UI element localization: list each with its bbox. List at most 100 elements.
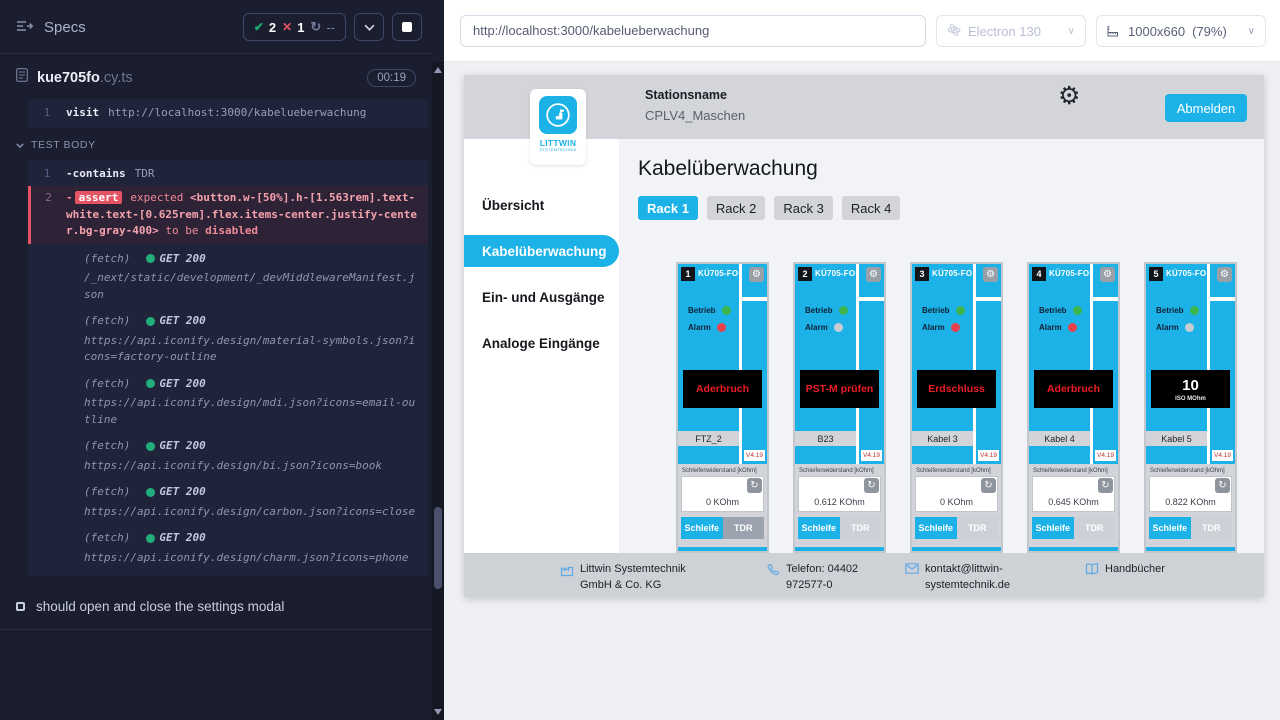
spec-name: kue705fo <box>37 70 100 86</box>
sidebar-item-ein-und-ausgaenge[interactable]: Ein- und Ausgänge <box>464 281 619 313</box>
sidebar-item-uebersicht[interactable]: Übersicht <box>464 189 619 221</box>
main-content: Kabelüberwachung Rack 1 Rack 2 Rack 3 Ra… <box>619 139 1264 553</box>
fetch-log-row[interactable]: (fetch)GET 200 https://api.iconify.desig… <box>28 477 428 523</box>
device-gear-icon[interactable]: ⚙ <box>866 267 881 282</box>
alarm-led <box>717 323 726 332</box>
spec-file-row[interactable]: kue705fo.cy.ts 00:19 <box>0 54 432 99</box>
fetch-tag: (fetch) <box>84 484 130 501</box>
sidebar-item-kabelueberwachung[interactable]: Kabelüberwachung <box>464 235 619 267</box>
sidebar-item-analoge-eingaenge[interactable]: Analoge Eingänge <box>464 327 619 359</box>
alarm-label: Alarm <box>922 323 945 332</box>
reporter-scrollbar[interactable] <box>432 62 444 720</box>
refresh-icon[interactable]: ↻ <box>864 478 879 493</box>
fetch-tag: (fetch) <box>84 251 130 268</box>
status-display-text: PST-M prüfen <box>806 383 874 395</box>
schleife-button[interactable]: Schleife <box>1149 517 1191 539</box>
visit-command-row[interactable]: 1 visithttp://localhost:3000/kabelueberw… <box>28 101 428 126</box>
tdr-button[interactable]: TDR <box>1191 517 1233 539</box>
refresh-icon[interactable]: ↻ <box>747 478 762 493</box>
betrieb-label: Betrieb <box>922 306 950 315</box>
tdr-button[interactable]: TDR <box>723 517 765 539</box>
schleife-button[interactable]: Schleife <box>915 517 957 539</box>
alarm-label: Alarm <box>688 323 711 332</box>
success-dot-icon <box>146 534 155 543</box>
line-number: 1 <box>28 105 66 122</box>
logout-button[interactable]: Abmelden <box>1165 94 1247 122</box>
footer-email[interactable]: kontakt@littwin-systemtechnik.de <box>925 562 1025 594</box>
betrieb-led <box>1073 306 1082 315</box>
tab-rack-1[interactable]: Rack 1 <box>638 196 698 220</box>
refresh-icon[interactable]: ↻ <box>1215 478 1230 493</box>
viewport-select[interactable]: 1000x660 (79%) ∨ <box>1096 15 1266 47</box>
app-footer: Littwin Systemtechnik GmbH & Co. KG Tele… <box>464 553 1264 597</box>
specs-menu-icon[interactable] <box>16 19 34 36</box>
alarm-led <box>1185 323 1194 332</box>
success-dot-icon <box>146 317 155 326</box>
device-gear-icon[interactable]: ⚙ <box>749 267 764 282</box>
loop-resistance-label: Schleifenwiderstand [kOhm] <box>1150 468 1232 474</box>
device-model: KÜ705-FO <box>932 269 972 278</box>
app-viewport: Stationsname CPLV4_Maschen ⚙ Abmelden LI… <box>464 75 1264 597</box>
assert-keyword-chip: assert <box>75 191 123 204</box>
card-divider <box>856 264 859 464</box>
device-gear-icon[interactable]: ⚙ <box>1217 267 1232 282</box>
scroll-up-arrow-icon[interactable] <box>434 67 442 73</box>
refresh-icon[interactable]: ↻ <box>981 478 996 493</box>
device-gear-icon[interactable]: ⚙ <box>983 267 998 282</box>
tdr-button[interactable]: TDR <box>1074 517 1116 539</box>
tdr-button[interactable]: TDR <box>840 517 882 539</box>
fetch-log-row[interactable]: (fetch)GET 200 https://api.iconify.desig… <box>28 306 428 369</box>
device-model: KÜ705-FO <box>1166 269 1206 278</box>
schleife-button[interactable]: Schleife <box>1032 517 1074 539</box>
logo-mark-icon <box>539 96 577 134</box>
settings-gear-icon[interactable]: ⚙ <box>1058 84 1080 109</box>
footer-manuals-link[interactable]: Handbücher <box>1105 562 1165 578</box>
assert-state: disabled <box>205 224 258 237</box>
success-dot-icon <box>146 442 155 451</box>
fetch-log-row[interactable]: (fetch)GET 200 https://api.iconify.desig… <box>28 431 428 477</box>
alarm-led <box>1068 323 1077 332</box>
scrollbar-thumb[interactable] <box>434 507 442 589</box>
tdr-button[interactable]: TDR <box>957 517 999 539</box>
schleife-button[interactable]: Schleife <box>681 517 723 539</box>
collapse-button[interactable] <box>354 13 384 41</box>
scroll-down-arrow-icon[interactable] <box>434 709 442 715</box>
loop-value: 0 KOhm <box>682 497 763 507</box>
url-input[interactable]: http://localhost:3000/kabelueberwachung <box>460 15 926 47</box>
factory-icon <box>560 562 574 583</box>
device-model: KÜ705-FO <box>815 269 855 278</box>
card-divider <box>976 297 1001 301</box>
loop-value: 0.612 KOhm <box>799 497 880 507</box>
contains-command-row[interactable]: 1 -containsTDR <box>28 162 428 187</box>
device-gear-icon[interactable]: ⚙ <box>1100 267 1115 282</box>
fetch-url: https://api.iconify.design/carbon.json?i… <box>84 504 418 521</box>
browser-select[interactable]: Electron 130 ∨ <box>936 15 1086 47</box>
assert-mid: to be <box>159 224 205 237</box>
success-dot-icon <box>146 379 155 388</box>
betrieb-label: Betrieb <box>805 306 833 315</box>
refresh-icon[interactable]: ↻ <box>1098 478 1113 493</box>
fetch-log-row[interactable]: (fetch)GET 200 /_next/static/development… <box>28 244 428 307</box>
tab-rack-2[interactable]: Rack 2 <box>707 196 765 220</box>
fetch-url: https://api.iconify.design/mdi.json?icon… <box>84 395 418 428</box>
spec-duration-badge: 00:19 <box>367 69 416 87</box>
card-divider <box>1093 297 1118 301</box>
schleife-button[interactable]: Schleife <box>798 517 840 539</box>
alarm-label: Alarm <box>1039 323 1062 332</box>
fetch-log-row[interactable]: (fetch)GET 200 https://api.iconify.desig… <box>28 369 428 432</box>
pending-test-row[interactable]: should open and close the settings modal <box>0 584 432 630</box>
status-display: 10 ISO MOhm <box>1151 370 1230 408</box>
browser-name: Electron 130 <box>968 24 1041 39</box>
stop-button[interactable] <box>392 13 422 41</box>
tab-rack-4[interactable]: Rack 4 <box>842 196 900 220</box>
test-stats[interactable]: ✔2 ✕1 ↻-- <box>243 13 346 41</box>
loop-value-box: ↻ 0.645 KOhm <box>1032 476 1115 512</box>
betrieb-label: Betrieb <box>1039 306 1067 315</box>
test-body-section-header[interactable]: TEST BODY <box>0 128 432 160</box>
failed-assert-row[interactable]: 2 -assertexpected <button.w-[50%].h-[1.5… <box>28 186 428 244</box>
tab-rack-3[interactable]: Rack 3 <box>774 196 832 220</box>
status-display: Aderbruch <box>683 370 762 408</box>
assert-expected: expected <box>130 191 183 204</box>
chevron-down-icon <box>16 139 24 151</box>
fetch-log-row[interactable]: (fetch)GET 200 https://api.iconify.desig… <box>28 523 428 574</box>
